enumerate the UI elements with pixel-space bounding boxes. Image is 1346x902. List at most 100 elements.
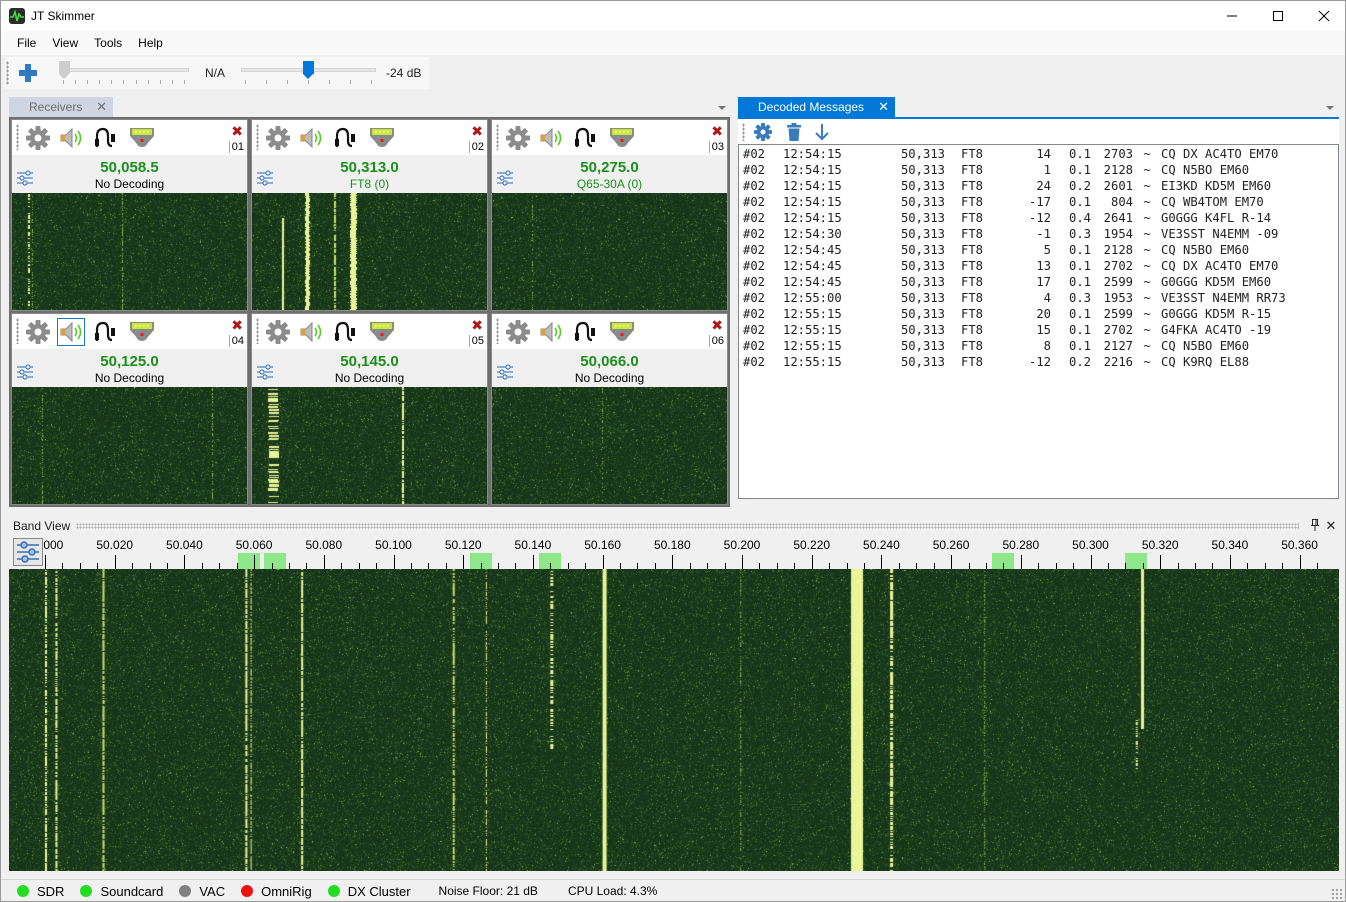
close-receiver-icon[interactable]: ✖ — [231, 317, 243, 334]
toolbar-grip[interactable] — [16, 318, 19, 344]
add-receiver-button[interactable] — [17, 62, 39, 84]
message-row[interactable]: #02 12:55:00 50,313 FT8 4 0.3 1953 ~ VE3SST N4EM… — [739, 290, 1338, 306]
toolbar-grip[interactable] — [16, 124, 19, 150]
message-row[interactable]: #02 12:55:15 50,313 FT8 20 0.1 2599 ~ G0GGG KD5M… — [739, 306, 1338, 322]
receiver-frequency[interactable]: 50,313.0 — [252, 159, 487, 176]
cable-icon[interactable] — [92, 319, 118, 345]
close-receiver-icon[interactable]: ✖ — [711, 317, 723, 334]
receiver-marker[interactable] — [264, 553, 286, 569]
close-icon[interactable]: ✕ — [96, 99, 107, 115]
message-sep: ~ — [1143, 163, 1151, 177]
close-receiver-icon[interactable]: ✖ — [471, 123, 483, 140]
pin-icon[interactable] — [1307, 518, 1323, 534]
message-rx: #02 — [743, 147, 766, 161]
toolbar-grip[interactable] — [6, 61, 9, 85]
cable-icon[interactable] — [92, 125, 118, 151]
receiver-waterfall[interactable] — [12, 193, 247, 310]
message-sep: ~ — [1143, 259, 1151, 273]
receiver-frequency[interactable]: 50,058.5 — [12, 159, 247, 176]
close-window-button[interactable] — [1301, 1, 1346, 31]
close-icon[interactable]: ✕ — [878, 99, 889, 115]
message-row[interactable]: #02 12:54:15 50,313 FT8 14 0.1 2703 ~ CQ DX AC4T… — [739, 146, 1338, 162]
gear-icon[interactable] — [753, 122, 773, 142]
toolbar-grip[interactable] — [256, 318, 259, 344]
menu-view[interactable]: View — [44, 36, 86, 50]
tab-receivers[interactable]: Receivers ✕ — [9, 97, 113, 117]
message-row[interactable]: #02 12:55:15 50,313 FT8 8 0.1 2127 ~ CQ N5BO EM6… — [739, 338, 1338, 354]
receiver-waterfall[interactable] — [252, 387, 487, 504]
message-row[interactable]: #02 12:55:15 50,313 FT8 15 0.1 2702 ~ G4FKA AC4T… — [739, 322, 1338, 338]
close-receiver-icon[interactable]: ✖ — [711, 123, 723, 140]
slider-2[interactable] — [241, 59, 377, 87]
toolbar-grip[interactable] — [496, 124, 499, 150]
message-row[interactable]: #02 12:54:30 50,313 FT8 -1 0.3 1954 ~ VE3SST N4E… — [739, 226, 1338, 242]
message-row[interactable]: #02 12:54:15 50,313 FT8 -12 0.4 2641 ~ G0GGG K4F… — [739, 210, 1338, 226]
message-row[interactable]: #02 12:55:15 50,313 FT8 -12 0.2 2216 ~ CQ K9RQ E… — [739, 354, 1338, 370]
receiver-waterfall[interactable] — [12, 387, 247, 504]
close-icon[interactable]: ✕ — [1323, 518, 1339, 534]
message-freq: 50,313 — [900, 147, 945, 161]
message-msg: CQ WB4TOM EM70 — [1161, 195, 1264, 209]
gear-icon[interactable] — [25, 125, 51, 151]
gear-icon[interactable] — [505, 125, 531, 151]
meter-icon[interactable] — [608, 125, 634, 151]
menu-help[interactable]: Help — [130, 36, 171, 50]
message-row[interactable]: #02 12:54:15 50,313 FT8 24 0.2 2601 ~ EI3KD KD5M… — [739, 178, 1338, 194]
decoded-messages-list[interactable]: #02 12:54:15 50,313 FT8 14 0.1 2703 ~ CQ DX AC4T… — [738, 144, 1339, 499]
speaker-icon[interactable] — [538, 125, 564, 151]
slider-1-thumb[interactable] — [59, 61, 70, 79]
speaker-icon[interactable] — [298, 319, 324, 345]
speaker-icon[interactable] — [298, 125, 324, 151]
toolbar-grip[interactable] — [496, 318, 499, 344]
receiver-frequency[interactable]: 50,145.0 — [252, 353, 487, 370]
gear-icon[interactable] — [265, 319, 291, 345]
arrow-down-icon[interactable] — [812, 122, 832, 142]
receiver-frequency[interactable]: 50,125.0 — [12, 353, 247, 370]
trash-icon[interactable] — [784, 122, 804, 142]
message-row[interactable]: #02 12:54:45 50,313 FT8 5 0.1 2128 ~ CQ N5BO EM6… — [739, 242, 1338, 258]
receivers-dropdown-icon[interactable] — [718, 106, 726, 110]
scale-tick — [254, 555, 256, 569]
maximize-button[interactable] — [1255, 1, 1301, 31]
speaker-icon[interactable] — [538, 319, 564, 345]
toolbar-grip[interactable] — [256, 124, 259, 150]
gear-icon[interactable] — [265, 125, 291, 151]
receiver-frequency[interactable]: 50,275.0 — [492, 159, 727, 176]
meter-icon[interactable] — [368, 125, 394, 151]
minimize-button[interactable] — [1209, 1, 1255, 31]
message-row[interactable]: #02 12:54:45 50,313 FT8 13 0.1 2702 ~ CQ DX AC4T… — [739, 258, 1338, 274]
cable-icon[interactable] — [332, 319, 358, 345]
meter-icon[interactable] — [368, 319, 394, 345]
cable-icon[interactable] — [332, 125, 358, 151]
message-row[interactable]: #02 12:54:45 50,313 FT8 17 0.1 2599 ~ G0GGG KD5M… — [739, 274, 1338, 290]
message-row[interactable]: #02 12:54:15 50,313 FT8 -17 0.1 804 ~ CQ WB4TOM … — [739, 194, 1338, 210]
cable-icon[interactable] — [572, 125, 598, 151]
menu-tools[interactable]: Tools — [86, 36, 130, 50]
receiver-marker[interactable] — [237, 553, 260, 569]
receiver-waterfall[interactable] — [252, 193, 487, 310]
speaker-icon[interactable] — [57, 318, 85, 346]
slider-1[interactable] — [59, 59, 189, 87]
band-waterfall[interactable] — [9, 569, 1339, 871]
gear-icon[interactable] — [25, 319, 51, 345]
gear-icon[interactable] — [505, 319, 531, 345]
message-row[interactable]: #02 12:54:15 50,313 FT8 1 0.1 2128 ~ CQ N5BO EM6… — [739, 162, 1338, 178]
band-tuning-button[interactable] — [13, 538, 43, 566]
tab-decoded-messages[interactable]: Decoded Messages ✕ — [738, 97, 895, 117]
resize-grip[interactable] — [1331, 888, 1343, 900]
meter-icon[interactable] — [128, 319, 154, 345]
receiver-frequency[interactable]: 50,066.0 — [492, 353, 727, 370]
receiver-waterfall[interactable] — [492, 193, 727, 310]
cable-icon[interactable] — [572, 319, 598, 345]
message-time: 12:54:15 — [783, 195, 842, 209]
speaker-icon[interactable] — [58, 125, 84, 151]
meter-icon[interactable] — [608, 319, 634, 345]
slider-2-thumb[interactable] — [303, 61, 315, 79]
close-receiver-icon[interactable]: ✖ — [231, 123, 243, 140]
decoded-dropdown-icon[interactable] — [1326, 106, 1334, 110]
close-receiver-icon[interactable]: ✖ — [471, 317, 483, 334]
receiver-waterfall[interactable] — [492, 387, 727, 504]
band-frequency-scale[interactable]: 50.000 50.020 50.040 50.060 50.080 50.100 50.1… — [9, 535, 1339, 569]
menu-file[interactable]: File — [9, 36, 44, 50]
meter-icon[interactable] — [128, 125, 154, 151]
